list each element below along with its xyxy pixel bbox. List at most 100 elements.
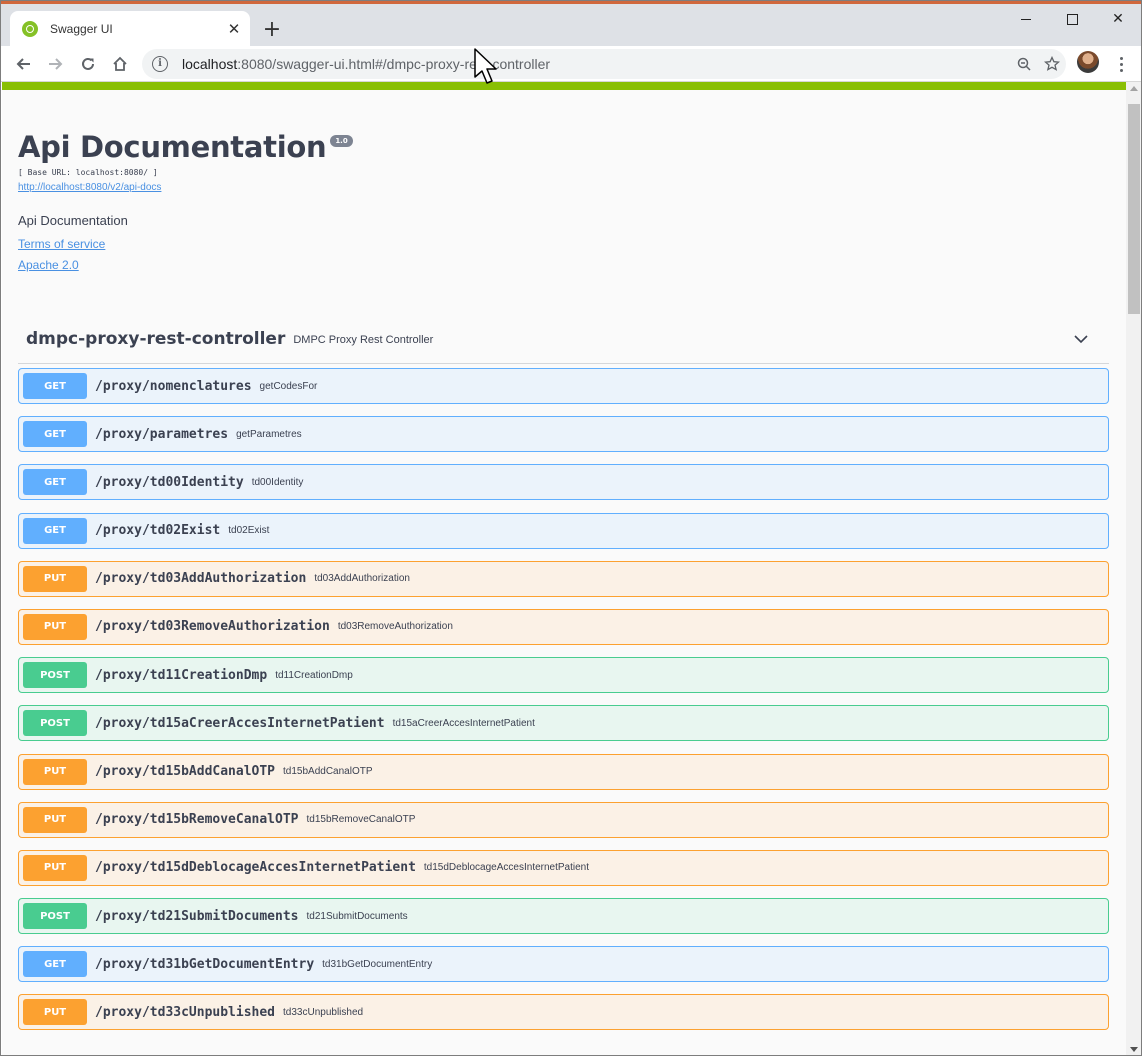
- operation-summary: td21SubmitDocuments: [306, 910, 408, 922]
- operation-path: /proxy/td15bRemoveCanalOTP: [95, 812, 299, 828]
- operation-path: /proxy/parametres: [95, 426, 229, 442]
- method-badge: PUT: [23, 854, 87, 881]
- operation-summary: getCodesFor: [259, 380, 318, 392]
- api-description: Api Documentation: [18, 213, 128, 228]
- url-path: :8080/swagger-ui.html#/dmpc-proxy-rest-c…: [237, 56, 551, 72]
- tag-section: dmpc-proxy-rest-controller DMPC Proxy Re…: [18, 315, 1109, 1043]
- method-badge: GET: [23, 469, 87, 496]
- operation-row[interactable]: GET/proxy/td02Exist td02Exist: [18, 512, 1109, 549]
- operation-row[interactable]: POST/proxy/td15aCreerAccesInternetPatien…: [18, 705, 1109, 742]
- operation-summary: getParametres: [236, 428, 302, 440]
- maximize-button[interactable]: [1049, 4, 1095, 34]
- method-badge: PUT: [23, 758, 87, 785]
- tab-strip: Swagger UI ✕ + ✕: [1, 4, 1141, 47]
- browser-window: Swagger UI ✕ + ✕ i localhost:8080/swagge…: [0, 0, 1142, 1056]
- operation-path: /proxy/td02Exist: [95, 523, 221, 539]
- operation-path: /proxy/td21SubmitDocuments: [95, 908, 299, 924]
- tag-description: DMPC Proxy Rest Controller: [293, 334, 434, 346]
- terms-of-service-link[interactable]: Terms of service: [18, 237, 353, 251]
- method-badge: GET: [23, 951, 87, 978]
- reload-button[interactable]: [74, 50, 102, 78]
- chevron-down-icon[interactable]: [1071, 329, 1091, 349]
- operation-row[interactable]: PUT/proxy/td33cUnpublished td33cUnpublish…: [18, 994, 1109, 1031]
- tab-title: Swagger UI: [50, 22, 113, 36]
- page-title: Api Documentation: [18, 130, 327, 164]
- close-window-button[interactable]: ✕: [1095, 4, 1141, 34]
- menu-icon[interactable]: [1109, 50, 1133, 78]
- scroll-down-icon[interactable]: [1130, 1047, 1138, 1052]
- operation-path: /proxy/td03RemoveAuthorization: [95, 619, 330, 635]
- url-text[interactable]: localhost:8080/swagger-ui.html#/dmpc-pro…: [182, 56, 1010, 72]
- operation-row[interactable]: PUT/proxy/td15dDeblocageAccesInternetPat…: [18, 849, 1109, 886]
- method-badge: POST: [23, 710, 87, 737]
- tag-header[interactable]: dmpc-proxy-rest-controller DMPC Proxy Re…: [18, 315, 1109, 364]
- operation-summary: td02Exist: [228, 525, 270, 537]
- operation-summary: td03RemoveAuthorization: [337, 621, 453, 633]
- scrollbar-thumb[interactable]: [1128, 104, 1140, 314]
- operation-summary: td03AddAuthorization: [314, 573, 410, 585]
- method-badge: GET: [23, 421, 87, 448]
- base-url: [ Base URL: localhost:8080/ ]: [18, 168, 158, 177]
- reload-icon: [82, 57, 94, 70]
- operation-summary: td33cUnpublished: [283, 1006, 364, 1018]
- operations-list: GET/proxy/nomenclatures getCodesFor GET/pr…: [18, 368, 1109, 1031]
- license-link[interactable]: Apache 2.0: [18, 258, 353, 272]
- scroll-up-icon[interactable]: [1130, 86, 1138, 91]
- swagger-favicon-icon: [22, 21, 38, 37]
- operation-row[interactable]: GET/proxy/nomenclatures getCodesFor: [18, 368, 1109, 404]
- operation-summary: td15aCreerAccesInternetPatient: [392, 717, 535, 729]
- tag-name: dmpc-proxy-rest-controller: [26, 329, 286, 349]
- star-icon[interactable]: [1038, 50, 1066, 78]
- method-badge: PUT: [23, 806, 87, 833]
- operation-path: /proxy/td33cUnpublished: [95, 1004, 276, 1020]
- version-badge: 1.0: [330, 135, 353, 147]
- browser-toolbar: i localhost:8080/swagger-ui.html#/dmpc-p…: [1, 46, 1141, 82]
- operation-path: /proxy/td03AddAuthorization: [95, 571, 307, 587]
- address-bar[interactable]: i localhost:8080/swagger-ui.html#/dmpc-p…: [142, 49, 1066, 79]
- method-badge: PUT: [23, 613, 87, 640]
- operation-row[interactable]: PUT/proxy/td15bAddCanalOTP td15bAddCanalO…: [18, 753, 1109, 790]
- api-docs-link[interactable]: http://localhost:8080/v2/api-docs: [18, 182, 353, 193]
- operation-row[interactable]: GET/proxy/td00Identity td00Identity: [18, 464, 1109, 501]
- operation-row[interactable]: GET/proxy/td31bGetDocumentEntry td31bGetD…: [18, 946, 1109, 983]
- operation-row[interactable]: PUT/proxy/td15bRemoveCanalOTP td15bRemove…: [18, 801, 1109, 838]
- operation-row[interactable]: POST/proxy/td21SubmitDocuments td21Submit…: [18, 898, 1109, 935]
- swagger-top-bar: [2, 82, 1126, 90]
- forward-icon: [49, 58, 63, 70]
- zoom-icon[interactable]: [1010, 50, 1038, 78]
- method-badge: POST: [23, 662, 87, 689]
- home-button[interactable]: [106, 50, 134, 78]
- window-controls: ✕: [1003, 4, 1141, 34]
- url-host: localhost: [182, 56, 238, 72]
- operation-path: /proxy/td15bAddCanalOTP: [95, 764, 276, 779]
- api-info: Api Documentation 1.0 [ Base URL: localho…: [18, 130, 353, 272]
- forward-button[interactable]: [42, 50, 70, 78]
- method-badge: POST: [23, 903, 87, 930]
- operation-summary: td11CreationDmp: [275, 669, 353, 681]
- page-viewport: Api Documentation 1.0 [ Base URL: localho…: [2, 82, 1126, 1055]
- method-badge: GET: [23, 373, 87, 399]
- profile-avatar[interactable]: [1077, 51, 1099, 73]
- back-icon: [16, 58, 30, 70]
- operation-path: /proxy/nomenclatures: [95, 378, 252, 394]
- back-button[interactable]: [9, 50, 37, 78]
- operation-path: /proxy/td15aCreerAccesInternetPatient: [95, 715, 385, 731]
- close-tab-icon[interactable]: ✕: [224, 19, 244, 39]
- operation-path: /proxy/td11CreationDmp: [95, 667, 268, 683]
- operation-summary: td31bGetDocumentEntry: [322, 958, 433, 970]
- operation-path: /proxy/td15dDeblocageAccesInternetPatien…: [95, 860, 416, 876]
- operation-row[interactable]: PUT/proxy/td03RemoveAuthorization td03Rem…: [18, 608, 1109, 645]
- operation-row[interactable]: POST/proxy/td11CreationDmp td11CreationDm…: [18, 657, 1109, 694]
- new-tab-button[interactable]: +: [259, 16, 285, 42]
- operation-row[interactable]: GET/proxy/parametres getParametres: [18, 416, 1109, 453]
- method-badge: GET: [23, 517, 87, 544]
- operation-row[interactable]: PUT/proxy/td03AddAuthorization td03AddAut…: [18, 560, 1109, 597]
- minimize-button[interactable]: [1003, 4, 1049, 34]
- method-badge: PUT: [23, 999, 87, 1026]
- operation-summary: td15bAddCanalOTP: [283, 766, 373, 777]
- operation-summary: td15bRemoveCanalOTP: [306, 814, 416, 826]
- method-badge: PUT: [23, 565, 87, 592]
- tab-swagger-ui[interactable]: Swagger UI ✕: [10, 11, 250, 47]
- vertical-scrollbar[interactable]: [1126, 82, 1141, 1055]
- info-icon[interactable]: i: [152, 56, 168, 72]
